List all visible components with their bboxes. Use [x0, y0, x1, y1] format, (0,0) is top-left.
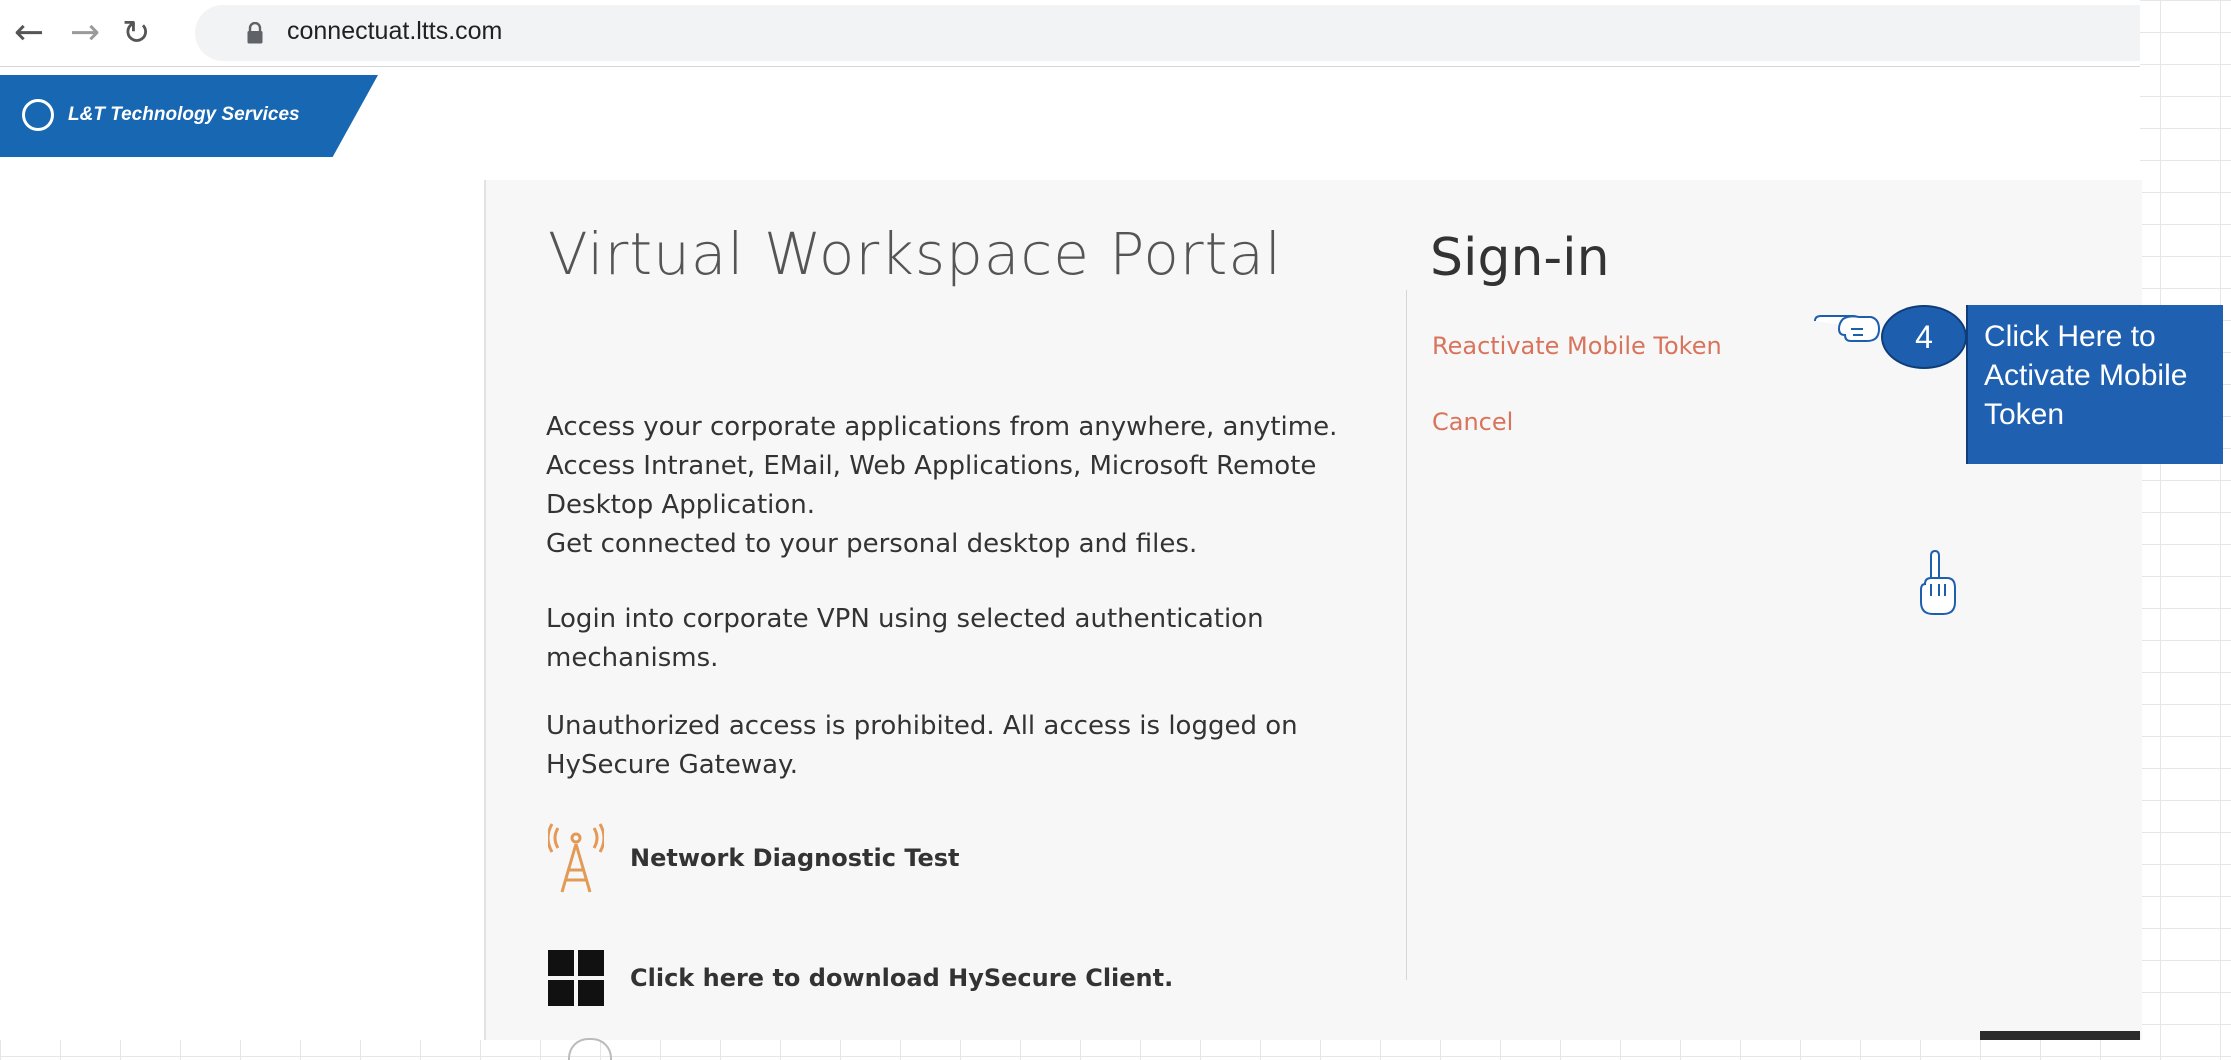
address-bar[interactable]: connectuat.ltts.com [195, 5, 2140, 61]
description-line: Get connected to your personal desktop a… [546, 529, 1198, 559]
logo-text: L&T Technology Services [68, 104, 300, 125]
portal-description: Access your corporate applications from … [546, 408, 1346, 564]
description-line: Access Intranet, EMail, Web Applications… [546, 451, 1317, 520]
network-diagnostic-label[interactable]: Network Diagnostic Test [630, 844, 960, 872]
url-text[interactable]: connectuat.ltts.com [287, 17, 502, 46]
antenna-icon [548, 823, 604, 893]
portal-title: Virtual Workspace Portal [548, 220, 1283, 288]
vpn-text: Login into corporate VPN using selected … [546, 600, 1346, 678]
pointing-up-hand-icon [1920, 550, 1956, 615]
panel-divider [1406, 290, 1407, 980]
instruction-callout: Click Here to Activate Mobile Token [1966, 305, 2223, 464]
cloud-icon [568, 1038, 612, 1060]
login-panel: Virtual Workspace Portal Access your cor… [484, 180, 2142, 1060]
page-content: L&T Technology Services Virtual Workspac… [0, 67, 2223, 1060]
windows-icon [548, 950, 604, 1006]
reload-icon[interactable]: ↻ [122, 8, 151, 58]
warning-text: Unauthorized access is prohibited. All a… [546, 707, 1346, 785]
pointing-hand-icon [1814, 315, 1881, 342]
vpn-text-line: Login into corporate VPN using selected … [546, 604, 1264, 673]
reactivate-mobile-token-link[interactable]: Reactivate Mobile Token [1432, 332, 1722, 360]
cancel-link[interactable]: Cancel [1432, 408, 1513, 436]
lock-icon [247, 22, 263, 44]
lt-logo-icon [22, 99, 54, 131]
company-logo: L&T Technology Services [0, 75, 378, 157]
signin-title: Sign-in [1430, 228, 1610, 288]
browser-toolbar: ← → ↻ connectuat.ltts.com [0, 0, 2140, 67]
description-line: Access your corporate applications from … [546, 412, 1338, 442]
warning-text-line: Unauthorized access is prohibited. All a… [546, 711, 1298, 780]
download-client-label[interactable]: Click here to download HySecure Client. [630, 964, 1173, 992]
network-diagnostic-link[interactable]: Network Diagnostic Test [548, 820, 960, 896]
step-number-badge: 4 [1881, 305, 1967, 369]
dark-footer-block [1980, 1031, 2140, 1040]
download-client-link[interactable]: Click here to download HySecure Client. [548, 950, 1173, 1006]
arrow-right-icon[interactable]: → [70, 8, 100, 58]
arrow-left-icon[interactable]: ← [14, 8, 44, 58]
